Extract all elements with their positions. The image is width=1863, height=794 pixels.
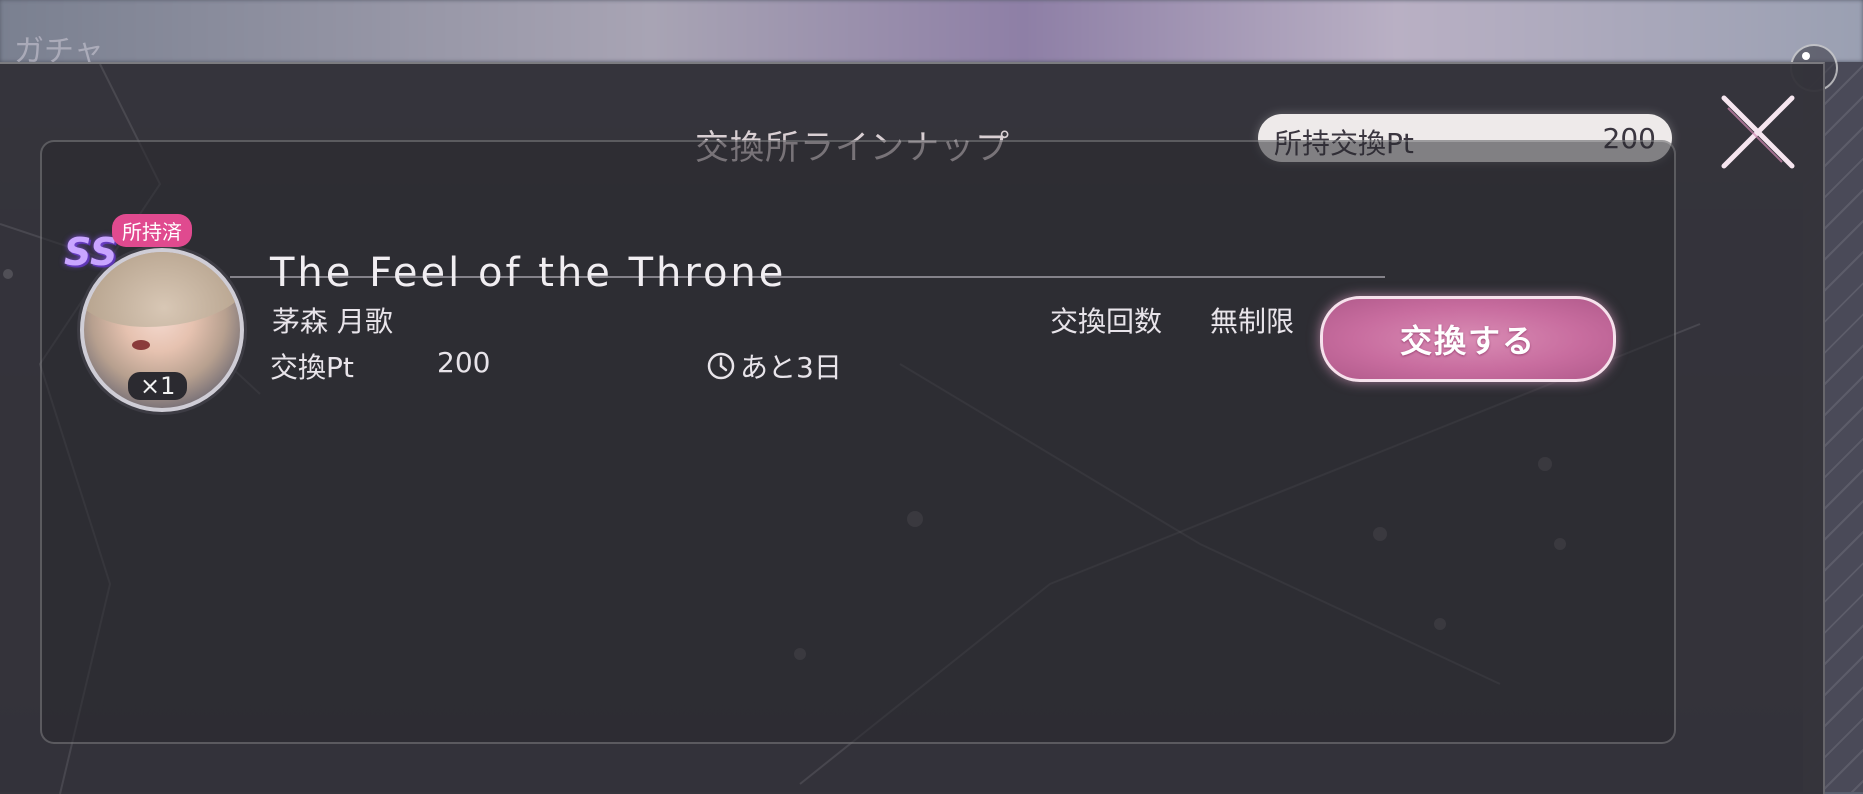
exchange-cost-value: 200: [437, 346, 491, 379]
rarity-badge: SS: [64, 230, 118, 274]
clock-icon: [707, 352, 735, 380]
lineup-list: [40, 140, 1676, 744]
exchange-cost-label: 交換Pt: [270, 351, 354, 384]
close-icon: [1721, 95, 1795, 169]
quantity-badge: ×1: [128, 372, 188, 400]
close-button[interactable]: [1716, 90, 1800, 174]
exchange-button[interactable]: 交換する: [1320, 296, 1616, 382]
time-remaining: あと3日: [706, 346, 842, 386]
avatar-eye: [132, 340, 150, 350]
item-name: The Feel of the Throne: [270, 250, 787, 296]
character-name: 茅森 月歌: [272, 305, 393, 338]
background-top: [0, 0, 1863, 62]
exchange-count-label: 交換回数: [1050, 305, 1163, 338]
owned-badge: 所持済: [112, 214, 192, 247]
time-remaining-text: あと3日: [740, 351, 842, 384]
exchange-count-value: 無制限: [1210, 305, 1295, 338]
